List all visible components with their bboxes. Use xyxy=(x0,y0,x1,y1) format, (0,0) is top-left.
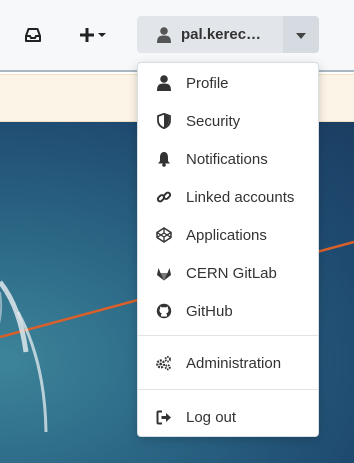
gitlab-icon xyxy=(155,265,172,282)
menu-item-github[interactable]: GitHub xyxy=(138,293,318,329)
username-label: pal.kerec… xyxy=(181,26,262,43)
menu-item-label: Notifications xyxy=(186,150,268,168)
menu-divider xyxy=(138,335,318,336)
menu-item-label: GitHub xyxy=(186,302,233,320)
menu-item-linked-accounts[interactable]: Linked accounts xyxy=(138,179,318,215)
menu-item-label: Administration xyxy=(186,354,282,372)
caret-down-icon xyxy=(296,26,306,44)
menu-item-label: CERN GitLab xyxy=(186,264,277,282)
user-icon xyxy=(157,26,173,43)
link-icon xyxy=(155,189,172,206)
menu-item-label: Security xyxy=(186,112,241,130)
menu-item-label: Log out xyxy=(186,408,237,426)
menu-divider xyxy=(138,389,318,390)
menu-item-notifications[interactable]: Notifications xyxy=(138,141,318,177)
menu-item-security[interactable]: Security xyxy=(138,103,318,139)
bell-icon xyxy=(155,151,172,168)
menu-item-label: Applications xyxy=(186,226,267,244)
inbox-icon[interactable] xyxy=(22,24,44,46)
shield-icon xyxy=(155,113,172,130)
sign-out-icon xyxy=(155,409,172,426)
user-dropdown-menu: Profile Security Notifications Linked ac… xyxy=(137,62,319,437)
menu-item-label: Profile xyxy=(186,74,229,92)
github-icon xyxy=(155,303,172,320)
menu-item-cern-gitlab[interactable]: CERN GitLab xyxy=(138,255,318,291)
new-item-dropdown[interactable] xyxy=(80,24,110,46)
menu-item-log-out[interactable]: Log out xyxy=(138,399,318,435)
user-menu-toggle[interactable] xyxy=(283,16,319,53)
menu-item-label: Linked accounts xyxy=(186,188,295,206)
user-icon xyxy=(155,75,172,92)
menu-item-applications[interactable]: Applications xyxy=(138,217,318,253)
user-menu-button[interactable]: pal.kerec… xyxy=(137,16,283,53)
cogs-icon xyxy=(155,355,172,372)
menu-item-profile[interactable]: Profile xyxy=(138,65,318,101)
menu-item-administration[interactable]: Administration xyxy=(138,345,318,381)
codepen-icon xyxy=(155,227,172,244)
